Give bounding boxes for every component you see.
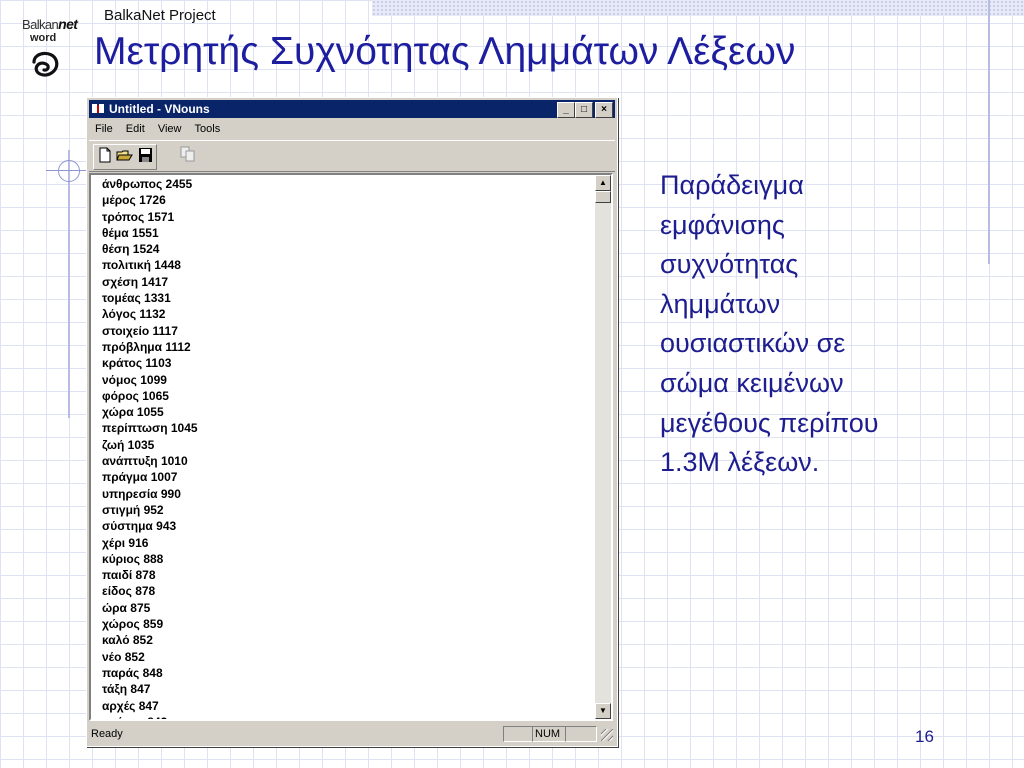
list-item[interactable]: αρχές 847 [102, 698, 198, 714]
menu-file[interactable]: File [95, 123, 113, 135]
list-item[interactable]: τάξη 847 [102, 681, 198, 697]
list-item[interactable]: σύστημα 943 [102, 518, 198, 534]
list-item[interactable]: χώρα 1055 [102, 404, 198, 420]
list-item[interactable]: πρόβλημα 1112 [102, 339, 198, 355]
list-item[interactable]: παιδί 878 [102, 567, 198, 583]
logo-wordmark: Balkannet [22, 16, 78, 32]
slide-description: Παράδειγμα εμφάνισης συχνότητας λημμάτων… [660, 170, 879, 478]
list-item[interactable]: πράγμα 1007 [102, 469, 198, 485]
list-item[interactable]: είδος 878 [102, 583, 198, 599]
decorative-vertical-line-left [68, 150, 70, 418]
list-rows: άνθρωπος 2455 μέρος 1726 τρόπος 1571 θέμα 1… [102, 176, 198, 719]
list-item[interactable]: περίπτωση 1045 [102, 420, 198, 436]
list-item[interactable]: πολιτική 1448 [102, 257, 198, 273]
menu-tools[interactable]: Tools [195, 123, 221, 135]
list-item[interactable]: τομέας 1331 [102, 290, 198, 306]
list-item[interactable]: σχέση 1417 [102, 274, 198, 290]
window-titlebar[interactable]: Untitled - VNouns _ □ × [89, 100, 615, 118]
decorative-vertical-line-right [988, 0, 990, 264]
open-folder-icon [116, 150, 133, 161]
menu-view[interactable]: View [158, 123, 182, 135]
list-item[interactable]: χώρος 859 [102, 616, 198, 632]
list-item[interactable]: χέρι 916 [102, 535, 198, 551]
scroll-thumb[interactable] [595, 191, 611, 203]
new-document-button[interactable] [95, 146, 115, 166]
menu-edit[interactable]: Edit [126, 123, 145, 135]
list-item[interactable]: λόγος 1132 [102, 306, 198, 322]
page-number: 16 [915, 727, 934, 746]
list-item[interactable]: χρόνος 843 [102, 714, 198, 719]
list-item[interactable]: κύριος 888 [102, 551, 198, 567]
scroll-up-button[interactable]: ▲ [595, 175, 611, 191]
open-button[interactable] [115, 146, 135, 166]
save-disk-icon [139, 148, 152, 162]
new-document-icon [99, 147, 111, 163]
slide-title: Μετρητής Συχνότητας Λημμάτων Λέξεων [94, 30, 796, 73]
status-panel-scrl [565, 726, 597, 742]
menu-bar: File Edit View Tools [89, 120, 615, 138]
list-item[interactable]: νόμος 1099 [102, 372, 198, 388]
list-item[interactable]: ώρα 875 [102, 600, 198, 616]
window-controls: _ □ × [557, 102, 613, 120]
list-item[interactable]: καλό 852 [102, 632, 198, 648]
status-bar: Ready NUM [89, 725, 615, 743]
save-button[interactable] [135, 146, 155, 166]
list-item[interactable]: στοιχείο 1117 [102, 323, 198, 339]
maximize-button[interactable]: □ [575, 102, 593, 118]
logo-word-text: word [30, 32, 57, 44]
toolbar [89, 140, 615, 172]
noun-frequency-list[interactable]: άνθρωπος 2455 μέρος 1726 τρόπος 1571 θέμα 1… [89, 173, 613, 721]
swirl-logo-icon [32, 51, 59, 77]
list-item[interactable]: τρόπος 1571 [102, 209, 198, 225]
top-decoration-bar [372, 0, 1024, 16]
status-text: Ready [91, 728, 123, 740]
crosshair-decoration-icon [46, 160, 90, 182]
list-item[interactable]: ζωή 1035 [102, 437, 198, 453]
copy-button[interactable] [177, 145, 199, 165]
list-item[interactable]: φόρος 1065 [102, 388, 198, 404]
close-button[interactable]: × [595, 102, 613, 118]
app-book-icon [92, 104, 104, 113]
window-title: Untitled - VNouns [109, 102, 210, 116]
list-item[interactable]: θέση 1524 [102, 241, 198, 257]
copy-icon [180, 146, 195, 162]
list-item[interactable]: νέο 852 [102, 649, 198, 665]
app-window: Untitled - VNouns _ □ × File Edit View Too… [86, 97, 618, 747]
list-item[interactable]: στιγμή 952 [102, 502, 198, 518]
list-item[interactable]: μέρος 1726 [102, 192, 198, 208]
toolbar-file-group [93, 144, 157, 170]
status-panel-num: NUM [532, 726, 566, 742]
scroll-down-button[interactable]: ▼ [595, 703, 611, 719]
balkanet-logo: Balkannet word [20, 14, 90, 86]
list-item[interactable]: παράς 848 [102, 665, 198, 681]
list-item[interactable]: ανάπτυξη 1010 [102, 453, 198, 469]
status-panel-empty [503, 726, 533, 742]
list-item[interactable]: άνθρωπος 2455 [102, 176, 198, 192]
resize-grip-icon[interactable] [601, 729, 613, 741]
list-item[interactable]: θέμα 1551 [102, 225, 198, 241]
project-label: BalkaNet Project [104, 7, 216, 24]
list-item[interactable]: κράτος 1103 [102, 355, 198, 371]
list-item[interactable]: υπηρεσία 990 [102, 486, 198, 502]
minimize-button[interactable]: _ [557, 102, 575, 118]
vertical-scrollbar[interactable]: ▲ ▼ [595, 175, 611, 719]
